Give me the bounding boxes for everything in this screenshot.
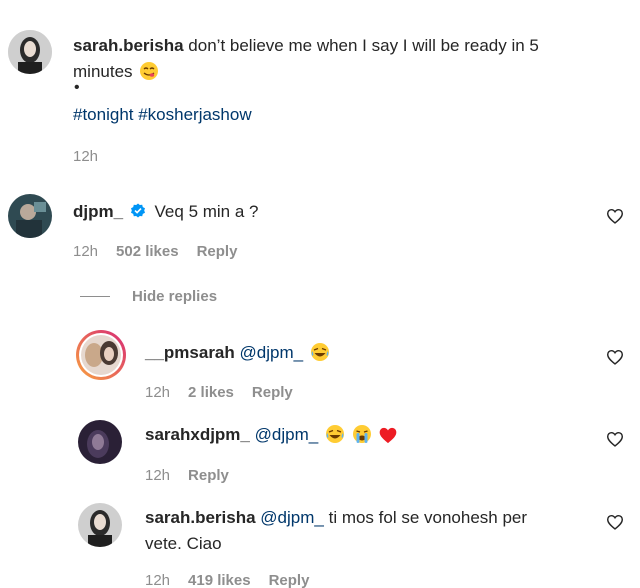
comment-time: 12h xyxy=(73,243,99,260)
reply-username[interactable]: sarah.berisha xyxy=(145,508,256,527)
caption-text-line1: don’t believe me when I say I will be re… xyxy=(188,36,539,55)
comment-meta: 12h 502 likes Reply xyxy=(73,243,255,260)
hide-replies-line xyxy=(80,296,110,297)
comment-likes[interactable]: 502 likes xyxy=(116,243,179,260)
reply-button[interactable]: Reply xyxy=(252,384,293,401)
caption-text-line2: minutes xyxy=(73,62,133,81)
reply-sarah-berisha: sarah.berisha @djpm_ ti mos fol se vonoh… xyxy=(145,505,585,557)
djpm-avatar[interactable] xyxy=(8,194,52,238)
post-author-username[interactable]: sarah.berisha xyxy=(73,36,184,55)
reply-username[interactable]: sarahxdjpm_ xyxy=(145,425,250,444)
reply-mention[interactable]: @djpm_ xyxy=(240,343,304,362)
reply-time: 12h xyxy=(145,572,171,588)
reply-mention[interactable]: @djpm_ xyxy=(260,508,324,527)
reply-time: 12h xyxy=(145,467,171,484)
reply-time: 12h xyxy=(145,384,171,401)
post-timestamp: 12h xyxy=(73,148,99,165)
sarahxdjpm-avatar[interactable] xyxy=(78,420,122,464)
reply-likes[interactable]: 2 likes xyxy=(188,384,234,401)
reply-text-line2: vete. Ciao xyxy=(145,534,222,553)
caption-separator: • xyxy=(74,79,80,96)
reply-text-line1: ti mos fol se vonohesh per xyxy=(328,508,528,527)
comment-username[interactable]: djpm_ xyxy=(73,202,123,221)
verified-badge-icon xyxy=(130,201,146,218)
reply-sarahxdjpm: sarahxdjpm_ @djpm_ xyxy=(145,422,398,448)
pmsarah-avatar[interactable] xyxy=(76,330,126,380)
reply-pmsarah: __pmsarah @djpm_ xyxy=(145,340,330,366)
comments-panel: sarah.berisha don’t believe me when I sa… xyxy=(0,0,640,588)
reply-meta: 12h 419 likes Reply xyxy=(145,572,327,588)
reply-button[interactable]: Reply xyxy=(269,572,310,588)
caption-hashtags[interactable]: #tonight #kosherjashow xyxy=(73,102,252,128)
reply-button[interactable]: Reply xyxy=(188,467,229,484)
hide-replies-label: Hide replies xyxy=(132,288,218,305)
reply-username[interactable]: __pmsarah xyxy=(145,343,235,362)
sarah-berisha-avatar[interactable] xyxy=(78,503,122,547)
heart-like-icon[interactable] xyxy=(606,349,624,365)
crying-emoji xyxy=(352,424,372,444)
reply-meta: 12h Reply xyxy=(145,467,247,484)
post-caption: sarah.berisha don’t believe me when I sa… xyxy=(73,33,613,85)
reply-meta: 12h 2 likes Reply xyxy=(145,384,311,401)
post-author-avatar[interactable] xyxy=(8,30,52,74)
face-savoring-emoji xyxy=(139,61,159,81)
reply-button[interactable]: Reply xyxy=(197,243,238,260)
heart-like-icon[interactable] xyxy=(606,514,624,530)
reply-likes[interactable]: 419 likes xyxy=(188,572,251,588)
laughing-tears-emoji xyxy=(310,342,330,362)
comment-djpm: djpm_ Veq 5 min a ? xyxy=(73,199,259,225)
hide-replies-button[interactable]: Hide replies xyxy=(80,288,217,305)
heart-like-icon[interactable] xyxy=(606,208,624,224)
reply-mention[interactable]: @djpm_ xyxy=(255,425,319,444)
heart-like-icon[interactable] xyxy=(606,431,624,447)
red-heart-emoji xyxy=(378,426,398,446)
laughing-tears-emoji xyxy=(325,424,345,444)
comment-text: Veq 5 min a ? xyxy=(154,202,259,221)
